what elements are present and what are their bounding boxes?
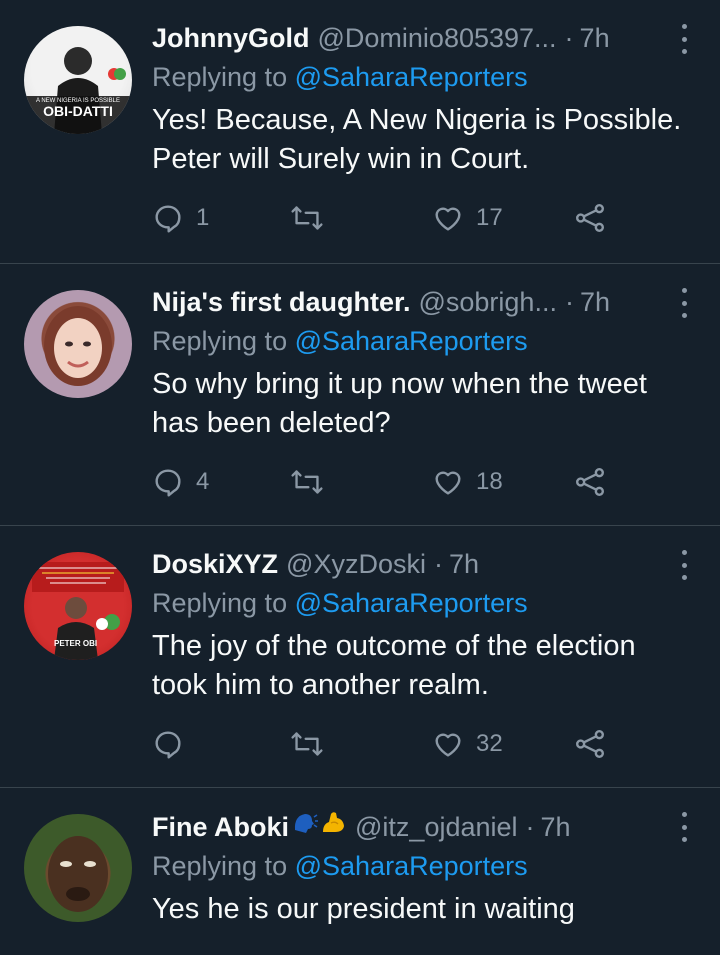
tweet[interactable]: PETER OBI DoskiXYZ @XyzDoski · 7h Replyi… — [0, 526, 720, 788]
share-icon — [576, 204, 604, 232]
like-button[interactable]: 17 — [432, 202, 574, 234]
more-options-icon[interactable] — [672, 24, 696, 54]
replying-to-label: Replying to — [152, 62, 288, 92]
speaking-head-emoji — [294, 814, 319, 833]
reply-icon — [155, 469, 181, 497]
avatar-caption: PETER OBI — [54, 639, 97, 648]
reply-button[interactable]: 4 — [152, 466, 290, 498]
avatar[interactable]: A NEW NIGERIA IS POSSIBLE OBI-DATTI — [24, 26, 132, 134]
retweet-button[interactable] — [290, 202, 432, 234]
reply-count: 1 — [196, 204, 210, 231]
user-handle[interactable]: @sobrigh... — [418, 284, 556, 320]
replying-to-label: Replying to — [152, 851, 288, 881]
timestamp[interactable]: 7h — [541, 809, 571, 845]
display-name[interactable]: Fine Aboki — [152, 809, 289, 845]
more-options-icon[interactable] — [672, 812, 696, 842]
display-name[interactable]: Nija's first daughter. — [152, 284, 410, 320]
like-button[interactable]: 32 — [432, 728, 574, 760]
reply-icon — [155, 731, 181, 759]
separator-dot: · — [564, 287, 574, 317]
display-name[interactable]: JohnnyGold — [152, 20, 310, 56]
retweet-icon — [291, 732, 323, 756]
replying-to: Replying to @SaharaReporters — [152, 848, 696, 884]
tweet-content: Fine Aboki @itz_ojdaniel · 7h Replying t… — [152, 808, 696, 929]
tweet-content: Nija's first daughter. @sobrigh... · 7h … — [152, 284, 696, 443]
tweet-header: Nija's first daughter. @sobrigh... · 7h — [152, 284, 696, 320]
like-count: 18 — [476, 468, 503, 495]
tweet-text: Yes! Because, A New Nigeria is Possible.… — [152, 104, 682, 175]
tweet-header: JohnnyGold @Dominio805397... · 7h — [152, 20, 696, 56]
timestamp[interactable]: 7h — [580, 284, 610, 320]
tweet-text: The joy of the outcome of the election t… — [152, 630, 636, 701]
mention-link[interactable]: @SaharaReporters — [295, 851, 528, 881]
display-name[interactable]: DoskiXYZ — [152, 546, 278, 582]
like-button[interactable]: 18 — [432, 466, 574, 498]
separator-dot: · — [433, 549, 443, 579]
avatar[interactable] — [24, 814, 132, 922]
share-icon — [576, 468, 604, 496]
like-count: 32 — [476, 730, 503, 757]
retweet-icon — [291, 206, 323, 230]
user-handle[interactable]: @Dominio805397... — [318, 20, 557, 56]
tweet-text: So why bring it up now when the tweet ha… — [152, 368, 647, 439]
timestamp[interactable]: 7h — [449, 546, 479, 582]
avatar[interactable]: PETER OBI — [24, 552, 132, 660]
reply-button[interactable] — [152, 728, 290, 760]
retweet-icon — [291, 470, 323, 494]
user-handle[interactable]: @XyzDoski — [286, 546, 426, 582]
mention-link[interactable]: @SaharaReporters — [295, 62, 528, 92]
share-icon — [576, 730, 604, 758]
tweet-text: Yes he is our president in waiting — [152, 893, 575, 925]
tweet-content: DoskiXYZ @XyzDoski · 7h Replying to @Sah… — [152, 546, 696, 705]
retweet-button[interactable] — [290, 728, 432, 760]
separator-dot: · — [525, 812, 535, 842]
timestamp[interactable]: 7h — [580, 20, 610, 56]
tweet[interactable]: Nija's first daughter. @sobrigh... · 7h … — [0, 264, 720, 526]
avatar[interactable] — [24, 290, 132, 398]
tweet-content: JohnnyGold @Dominio805397... · 7h Replyi… — [152, 20, 696, 179]
flexed-biceps-emoji — [323, 812, 345, 832]
share-button[interactable] — [574, 202, 606, 234]
tweet[interactable]: Fine Aboki @itz_ojdaniel · 7h Replying t… — [0, 788, 720, 955]
tweet-header: DoskiXYZ @XyzDoski · 7h — [152, 546, 696, 582]
reply-feed: A NEW NIGERIA IS POSSIBLE OBI-DATTI John… — [0, 0, 720, 955]
tweet[interactable]: A NEW NIGERIA IS POSSIBLE OBI-DATTI John… — [0, 0, 720, 264]
retweet-button[interactable] — [290, 466, 432, 498]
share-button[interactable] — [574, 728, 606, 760]
avatar-caption-bottom: OBI-DATTI — [43, 103, 113, 119]
tweet-actions: 1 17 — [152, 202, 696, 234]
mention-link[interactable]: @SaharaReporters — [295, 326, 528, 356]
heart-icon — [435, 471, 461, 495]
replying-to-label: Replying to — [152, 588, 288, 618]
mention-link[interactable]: @SaharaReporters — [295, 588, 528, 618]
more-options-icon[interactable] — [672, 288, 696, 318]
separator-dot: · — [564, 23, 574, 53]
heart-icon — [435, 733, 461, 757]
tweet-actions: 32 — [152, 728, 696, 760]
replying-to: Replying to @SaharaReporters — [152, 59, 696, 95]
replying-to: Replying to @SaharaReporters — [152, 323, 696, 359]
reply-icon — [155, 205, 181, 233]
heart-icon — [435, 207, 461, 231]
like-count: 17 — [476, 204, 503, 231]
more-options-icon[interactable] — [672, 550, 696, 580]
user-handle[interactable]: @itz_ojdaniel — [355, 809, 518, 845]
replying-to-label: Replying to — [152, 326, 288, 356]
tweet-header: Fine Aboki @itz_ojdaniel · 7h — [152, 808, 696, 845]
reply-count: 4 — [196, 468, 210, 495]
share-button[interactable] — [574, 466, 606, 498]
replying-to: Replying to @SaharaReporters — [152, 585, 696, 621]
reply-button[interactable]: 1 — [152, 202, 290, 234]
tweet-actions: 4 18 — [152, 466, 696, 498]
